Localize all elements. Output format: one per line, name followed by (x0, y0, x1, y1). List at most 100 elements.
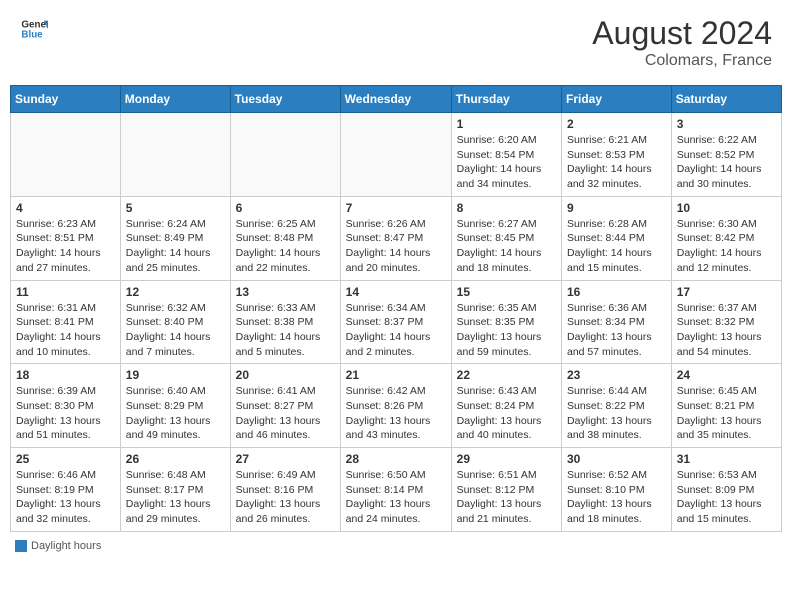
calendar-cell-w2-d3: 6 Sunrise: 6:25 AMSunset: 8:48 PMDaylight… (230, 196, 340, 280)
page-header: General Blue August 2024 Colomars, Franc… (10, 10, 782, 75)
day-number: 4 (16, 201, 115, 215)
month-title: August 2024 (592, 15, 772, 52)
calendar-cell-w2-d4: 7Sunrise: 6:26 AMSunset: 8:47 PMDaylight… (340, 196, 451, 280)
calendar-cell-w3-d5: 15 Sunrise: 6:35 AMSunset: 8:35 PMDayligh… (451, 280, 561, 364)
week-row-4: 18 Sunrise: 6:39 AMSunset: 8:30 PMDayligh… (11, 364, 782, 448)
calendar-cell-w1-d3 (230, 113, 340, 197)
day-number: 2 (567, 117, 666, 131)
legend: Daylight hours (10, 540, 782, 555)
day-number: 29 (457, 452, 556, 466)
day-info: Sunrise: 6:48 AMSunset: 8:17 PMDaylight:… (126, 468, 225, 527)
day-number: 3 (677, 117, 776, 131)
calendar-cell-w2-d1: 4 Sunrise: 6:23 AMSunset: 8:51 PMDaylight… (11, 196, 121, 280)
calendar-cell-w2-d6: 9Sunrise: 6:28 AMSunset: 8:44 PMDaylight… (562, 196, 672, 280)
day-info: Sunrise: 6:40 AMSunset: 8:29 PMDaylight:… (126, 384, 225, 443)
calendar-cell-w3-d6: 16 Sunrise: 6:36 AMSunset: 8:34 PMDayligh… (562, 280, 672, 364)
day-info: Sunrise: 6:36 AMSunset: 8:34 PMDaylight:… (567, 301, 666, 360)
day-info: Sunrise: 6:49 AMSunset: 8:16 PMDaylight:… (236, 468, 335, 527)
day-info: Sunrise: 6:51 AMSunset: 8:12 PMDaylight:… (457, 468, 556, 527)
calendar-cell-w5-d1: 25Sunrise: 6:46 AMSunset: 8:19 PMDayligh… (11, 448, 121, 532)
day-info: Sunrise: 6:23 AMSunset: 8:51 PMDaylight:… (16, 217, 115, 276)
day-info: Sunrise: 6:28 AMSunset: 8:44 PMDaylight:… (567, 217, 666, 276)
day-info: Sunrise: 6:33 AMSunset: 8:38 PMDaylight:… (236, 301, 335, 360)
day-number: 11 (16, 285, 115, 299)
svg-text:Blue: Blue (21, 29, 43, 40)
calendar-cell-w3-d3: 13 Sunrise: 6:33 AMSunset: 8:38 PMDayligh… (230, 280, 340, 364)
day-info: Sunrise: 6:45 AMSunset: 8:21 PMDaylight:… (677, 384, 776, 443)
calendar-cell-w5-d3: 27 Sunrise: 6:49 AMSunset: 8:16 PMDayligh… (230, 448, 340, 532)
day-number: 28 (346, 452, 446, 466)
legend-item: Daylight hours (15, 540, 101, 552)
day-info: Sunrise: 6:30 AMSunset: 8:42 PMDaylight:… (677, 217, 776, 276)
day-number: 23 (567, 368, 666, 382)
day-number: 13 (236, 285, 335, 299)
title-section: August 2024 Colomars, France (592, 15, 772, 70)
day-info: Sunrise: 6:24 AMSunset: 8:49 PMDaylight:… (126, 217, 225, 276)
calendar-cell-w3-d4: 14Sunrise: 6:34 AMSunset: 8:37 PMDayligh… (340, 280, 451, 364)
header-sunday: Sunday (11, 86, 121, 113)
day-info: Sunrise: 6:44 AMSunset: 8:22 PMDaylight:… (567, 384, 666, 443)
day-number: 5 (126, 201, 225, 215)
day-number: 17 (677, 285, 776, 299)
calendar-cell-w4-d5: 22Sunrise: 6:43 AMSunset: 8:24 PMDayligh… (451, 364, 561, 448)
calendar-cell-w4-d1: 18 Sunrise: 6:39 AMSunset: 8:30 PMDayligh… (11, 364, 121, 448)
day-info: Sunrise: 6:42 AMSunset: 8:26 PMDaylight:… (346, 384, 446, 443)
week-row-3: 11 Sunrise: 6:31 AMSunset: 8:41 PMDayligh… (11, 280, 782, 364)
day-number: 1 (457, 117, 556, 131)
day-info: Sunrise: 6:32 AMSunset: 8:40 PMDaylight:… (126, 301, 225, 360)
week-row-1: 1Sunrise: 6:20 AMSunset: 8:54 PMDaylight… (11, 113, 782, 197)
header-wednesday: Wednesday (340, 86, 451, 113)
day-info: Sunrise: 6:37 AMSunset: 8:32 PMDaylight:… (677, 301, 776, 360)
day-info: Sunrise: 6:50 AMSunset: 8:14 PMDaylight:… (346, 468, 446, 527)
calendar-cell-w1-d6: 2 Sunrise: 6:21 AMSunset: 8:53 PMDaylight… (562, 113, 672, 197)
day-info: Sunrise: 6:52 AMSunset: 8:10 PMDaylight:… (567, 468, 666, 527)
header-thursday: Thursday (451, 86, 561, 113)
calendar-cell-w3-d2: 12 Sunrise: 6:32 AMSunset: 8:40 PMDayligh… (120, 280, 230, 364)
day-info: Sunrise: 6:21 AMSunset: 8:53 PMDaylight:… (567, 133, 666, 192)
header-saturday: Saturday (671, 86, 781, 113)
calendar-cell-w4-d2: 19Sunrise: 6:40 AMSunset: 8:29 PMDayligh… (120, 364, 230, 448)
day-info: Sunrise: 6:39 AMSunset: 8:30 PMDaylight:… (16, 384, 115, 443)
day-number: 15 (457, 285, 556, 299)
calendar-cell-w5-d2: 26 Sunrise: 6:48 AMSunset: 8:17 PMDayligh… (120, 448, 230, 532)
calendar-cell-w5-d6: 30Sunrise: 6:52 AMSunset: 8:10 PMDayligh… (562, 448, 672, 532)
calendar-cell-w2-d5: 8Sunrise: 6:27 AMSunset: 8:45 PMDaylight… (451, 196, 561, 280)
calendar-cell-w1-d4 (340, 113, 451, 197)
day-info: Sunrise: 6:53 AMSunset: 8:09 PMDaylight:… (677, 468, 776, 527)
logo-icon: General Blue (20, 15, 48, 43)
calendar-cell-w4-d6: 23 Sunrise: 6:44 AMSunset: 8:22 PMDayligh… (562, 364, 672, 448)
calendar-cell-w2-d7: 10Sunrise: 6:30 AMSunset: 8:42 PMDayligh… (671, 196, 781, 280)
day-number: 12 (126, 285, 225, 299)
day-number: 27 (236, 452, 335, 466)
calendar-cell-w4-d7: 24 Sunrise: 6:45 AMSunset: 8:21 PMDayligh… (671, 364, 781, 448)
day-info: Sunrise: 6:31 AMSunset: 8:41 PMDaylight:… (16, 301, 115, 360)
logo: General Blue (20, 15, 48, 43)
day-info: Sunrise: 6:41 AMSunset: 8:27 PMDaylight:… (236, 384, 335, 443)
calendar-cell-w3-d7: 17 Sunrise: 6:37 AMSunset: 8:32 PMDayligh… (671, 280, 781, 364)
calendar-cell-w1-d7: 3 Sunrise: 6:22 AMSunset: 8:52 PMDaylight… (671, 113, 781, 197)
header-tuesday: Tuesday (230, 86, 340, 113)
calendar-cell-w4-d4: 21Sunrise: 6:42 AMSunset: 8:26 PMDayligh… (340, 364, 451, 448)
header-friday: Friday (562, 86, 672, 113)
calendar-cell-w5-d4: 28 Sunrise: 6:50 AMSunset: 8:14 PMDayligh… (340, 448, 451, 532)
header-monday: Monday (120, 86, 230, 113)
day-number: 16 (567, 285, 666, 299)
calendar-table: SundayMondayTuesdayWednesdayThursdayFrid… (10, 85, 782, 532)
legend-label: Daylight hours (31, 540, 101, 552)
day-number: 18 (16, 368, 115, 382)
day-number: 7 (346, 201, 446, 215)
calendar-cell-w1-d2 (120, 113, 230, 197)
day-info: Sunrise: 6:25 AMSunset: 8:48 PMDaylight:… (236, 217, 335, 276)
day-number: 24 (677, 368, 776, 382)
day-number: 14 (346, 285, 446, 299)
calendar-cell-w1-d1 (11, 113, 121, 197)
day-number: 26 (126, 452, 225, 466)
calendar-cell-w5-d5: 29 Sunrise: 6:51 AMSunset: 8:12 PMDayligh… (451, 448, 561, 532)
day-number: 20 (236, 368, 335, 382)
day-info: Sunrise: 6:35 AMSunset: 8:35 PMDaylight:… (457, 301, 556, 360)
legend-color-box (15, 540, 27, 552)
day-info: Sunrise: 6:22 AMSunset: 8:52 PMDaylight:… (677, 133, 776, 192)
day-info: Sunrise: 6:27 AMSunset: 8:45 PMDaylight:… (457, 217, 556, 276)
day-number: 6 (236, 201, 335, 215)
day-number: 31 (677, 452, 776, 466)
